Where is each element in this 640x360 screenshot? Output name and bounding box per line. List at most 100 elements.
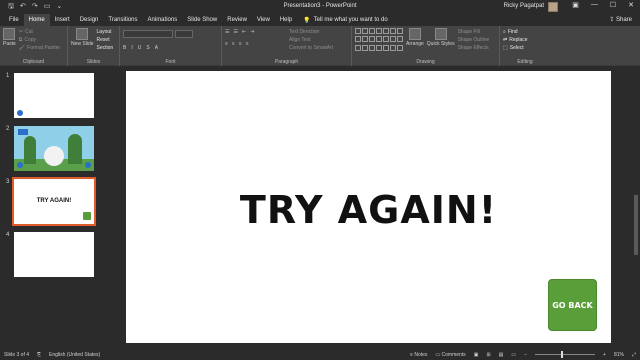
paste-button[interactable]: Paste — [3, 28, 16, 52]
reset-button[interactable]: Reset — [97, 36, 114, 44]
cut-button[interactable]: ✂ Cut — [19, 28, 60, 36]
shape-item[interactable] — [362, 44, 368, 51]
align-text-button[interactable]: Align Text — [289, 36, 333, 44]
vertical-scrollbar[interactable] — [632, 67, 640, 349]
present-icon[interactable]: ▭ — [44, 2, 51, 13]
shape-item[interactable] — [376, 36, 382, 43]
tab-slide-show[interactable]: Slide Show — [182, 14, 222, 26]
zoom-out-icon[interactable]: − — [524, 352, 527, 358]
font-color-icon[interactable]: A — [155, 44, 158, 52]
shape-item[interactable] — [397, 36, 403, 43]
minimize-icon[interactable]: — — [591, 1, 598, 9]
align-left-icon[interactable]: ≡ — [225, 40, 228, 48]
shape-item[interactable] — [383, 36, 389, 43]
tell-me-box[interactable]: 💡 Tell me what you want to do — [303, 17, 388, 24]
align-center-icon[interactable]: ≡ — [232, 40, 235, 48]
bold-icon[interactable]: B — [123, 44, 126, 52]
find-button[interactable]: ⌕ Find — [503, 28, 547, 36]
shape-item[interactable] — [355, 44, 361, 51]
zoom-level[interactable]: 81% — [614, 352, 624, 358]
indent-icon[interactable]: ⇤ — [242, 28, 246, 36]
notes-button[interactable]: ≡ Notes — [410, 352, 427, 358]
shape-item[interactable] — [376, 28, 382, 34]
user-name[interactable]: Ricky Pagatpat — [504, 3, 544, 9]
slideshow-view-icon[interactable]: ▭ — [511, 352, 516, 358]
go-back-button[interactable]: GO BACK — [548, 279, 597, 331]
fit-slide-icon[interactable]: ⤢ — [632, 352, 636, 358]
italic-icon[interactable]: I — [131, 44, 132, 52]
tab-animations[interactable]: Animations — [143, 14, 183, 26]
reading-view-icon[interactable]: ▤ — [499, 352, 504, 358]
slide-thumbnail-1[interactable] — [14, 73, 94, 118]
font-size-box[interactable] — [175, 30, 193, 38]
tab-help[interactable]: Help — [275, 14, 297, 26]
bullets-icon[interactable]: ☰ — [225, 28, 229, 36]
shape-item[interactable] — [362, 36, 368, 43]
save-icon[interactable]: 🖫 — [8, 2, 14, 13]
tab-review[interactable]: Review — [222, 14, 252, 26]
select-button[interactable]: ⬚ Select — [503, 44, 547, 52]
tab-transitions[interactable]: Transitions — [103, 14, 142, 26]
zoom-in-icon[interactable]: + — [603, 352, 606, 358]
scrollbar-thumb[interactable] — [634, 195, 638, 255]
shape-item[interactable] — [397, 44, 403, 51]
tab-home[interactable]: Home — [23, 14, 50, 26]
slide-title[interactable]: TRY AGAIN! — [126, 188, 611, 232]
undo-icon[interactable]: ↶ — [20, 2, 26, 13]
strikethrough-icon[interactable]: S — [146, 44, 149, 52]
slide-canvas[interactable]: TRY AGAIN! GO BACK — [126, 71, 611, 343]
redo-icon[interactable]: ↷ — [32, 2, 38, 13]
shape-fill-button[interactable]: Shape Fill — [458, 28, 490, 36]
shape-outline-button[interactable]: Shape Outline — [458, 36, 490, 44]
font-name-box[interactable] — [123, 30, 173, 38]
avatar[interactable] — [548, 2, 558, 12]
justify-icon[interactable]: ≡ — [246, 40, 249, 48]
shape-item[interactable] — [369, 44, 375, 51]
shape-item[interactable] — [355, 36, 361, 43]
tab-insert[interactable]: Insert — [50, 14, 75, 26]
tab-design[interactable]: Design — [75, 14, 104, 26]
shapes-gallery[interactable] — [355, 28, 403, 52]
spellcheck-icon[interactable]: ⎘ — [37, 352, 41, 358]
normal-view-icon[interactable]: ▣ — [474, 352, 479, 358]
share-button[interactable]: ⇪ Share — [609, 16, 632, 23]
shape-item[interactable] — [376, 44, 382, 51]
shape-item[interactable] — [390, 44, 396, 51]
smartart-button[interactable]: Convert to SmartArt — [289, 44, 333, 52]
format-painter-button[interactable]: 🖌 Format Painter — [19, 44, 60, 52]
customize-qat-icon[interactable]: ⌄ — [56, 2, 62, 13]
slide-thumbnail-3[interactable]: TRY AGAIN! — [12, 177, 96, 226]
new-slide-button[interactable]: New Slide — [71, 28, 94, 52]
arrange-button[interactable]: Arrange — [406, 28, 424, 52]
shape-item[interactable] — [369, 36, 375, 43]
shape-item[interactable] — [369, 28, 375, 34]
shape-item[interactable] — [383, 28, 389, 34]
shape-item[interactable] — [355, 28, 361, 34]
align-right-icon[interactable]: ≡ — [239, 40, 242, 48]
zoom-slider-knob[interactable] — [561, 351, 564, 358]
shape-item[interactable] — [362, 28, 368, 34]
shape-item[interactable] — [383, 44, 389, 51]
shape-effects-button[interactable]: Shape Effects — [458, 44, 490, 52]
copy-button[interactable]: ⧉ Copy — [19, 36, 60, 44]
section-button[interactable]: Section — [97, 44, 114, 52]
slide-sorter-icon[interactable]: ⊞ — [486, 352, 490, 358]
close-icon[interactable]: ✕ — [628, 1, 634, 9]
numbering-icon[interactable]: ☰ — [233, 28, 237, 36]
comments-button[interactable]: ▭ Comments — [435, 352, 465, 358]
quick-styles-button[interactable]: Quick Styles — [427, 28, 455, 52]
language-status[interactable]: English (United States) — [49, 352, 100, 358]
tab-view[interactable]: View — [252, 14, 275, 26]
text-direction-button[interactable]: Text Direction — [289, 28, 333, 36]
slide-thumbnail-4[interactable] — [14, 232, 94, 277]
tab-file[interactable]: File — [4, 14, 24, 26]
zoom-slider[interactable] — [535, 351, 596, 358]
shape-item[interactable] — [390, 36, 396, 43]
shape-item[interactable] — [390, 28, 396, 34]
maximize-icon[interactable]: ☐ — [610, 1, 616, 9]
replace-button[interactable]: ⇄ Replace — [503, 36, 547, 44]
layout-button[interactable]: Layout — [97, 28, 114, 36]
outdent-icon[interactable]: ⇥ — [250, 28, 254, 36]
shape-item[interactable] — [397, 28, 403, 34]
ribbon-display-icon[interactable]: ▣ — [572, 1, 579, 9]
